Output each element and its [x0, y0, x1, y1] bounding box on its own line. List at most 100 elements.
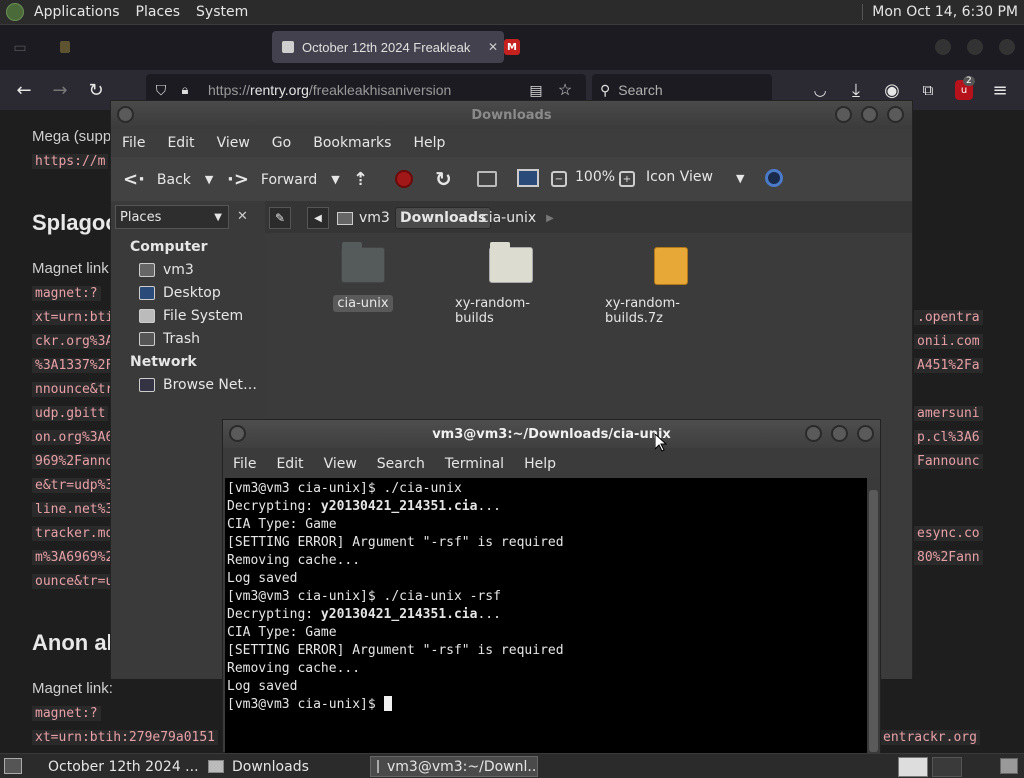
fm-menu-edit[interactable]: Edit — [156, 135, 205, 151]
close-tab-icon[interactable]: ✕ — [488, 40, 498, 54]
sidebar-item-trash[interactable]: Trash — [139, 331, 200, 347]
pocket-icon[interactable]: ◡ — [808, 78, 832, 102]
magnet-code-line[interactable]: %3A1337%2F — [32, 358, 117, 373]
edit-location-icon[interactable]: ✎ — [269, 207, 291, 229]
terminal-prompt-line[interactable]: [vm3@vm3 cia-unix]$ — [227, 696, 867, 714]
back-arrow-icon[interactable]: ← — [12, 78, 36, 102]
fm-menu-bookmarks[interactable]: Bookmarks — [302, 135, 402, 151]
places-selector[interactable]: Places ▼ — [115, 205, 229, 229]
taskbar-item-terminal[interactable]: vm3@vm3:~/Downl... — [370, 756, 538, 777]
back-button[interactable]: <· Back ▼ — [123, 169, 213, 190]
fm-menu-file[interactable]: File — [111, 135, 156, 151]
scrollbar-thumb[interactable] — [869, 490, 878, 752]
fm-menu-help[interactable]: Help — [402, 135, 456, 151]
terminal-menu-terminal[interactable]: Terminal — [435, 456, 514, 472]
home-icon[interactable] — [477, 171, 497, 187]
bookmark-star-icon[interactable]: ☆ — [556, 81, 574, 99]
terminal-menu-button[interactable] — [229, 425, 246, 442]
applications-menu[interactable]: Applications — [26, 4, 128, 20]
terminal-maximize-button[interactable] — [831, 425, 848, 442]
lock-icon[interactable]: 🔒︎ — [176, 82, 194, 98]
terminal-output[interactable]: [vm3@vm3 cia-unix]$ ./cia-unix Decrypting… — [225, 478, 867, 754]
fm-close-button[interactable] — [887, 106, 904, 123]
magnet-code-line[interactable]: magnet:? — [32, 286, 101, 301]
magnet-code-3[interactable]: xt=urn:btih:279e79a0151 — [32, 730, 219, 745]
sidebar-item-browse-network[interactable]: Browse Net… — [139, 377, 257, 393]
magnet-code-line-right[interactable]: Fannounc — [914, 454, 983, 469]
up-icon[interactable]: ⇡ — [353, 169, 368, 190]
fm-maximize-button[interactable] — [861, 106, 878, 123]
account-icon[interactable]: ◉ — [880, 78, 904, 102]
gmail-tab-icon[interactable]: M — [504, 39, 520, 55]
magnet-code-line[interactable]: udp.gbitt — [32, 406, 109, 421]
window-maximize-button[interactable] — [967, 39, 983, 55]
sidebar-item-desktop[interactable]: Desktop — [139, 285, 221, 301]
breadcrumb-cia-unix[interactable]: cia-unix — [477, 207, 540, 229]
sidebar-item-vm3[interactable]: vm3 — [139, 262, 194, 278]
magnet-code-3-right[interactable]: entrackr.org — [880, 730, 980, 745]
back-dropdown-icon[interactable]: ▼ — [205, 173, 213, 186]
fm-menu-view[interactable]: View — [206, 135, 261, 151]
magnet-code-line-right[interactable]: A451%2Fa — [914, 358, 983, 373]
terminal-menu-search[interactable]: Search — [367, 456, 435, 472]
search-icon[interactable] — [765, 169, 783, 187]
fm-menu-button[interactable] — [117, 106, 134, 123]
terminal-close-button[interactable] — [857, 425, 874, 442]
zoom-level[interactable]: 100% — [575, 169, 615, 185]
taskbar-item-downloads[interactable]: Downloads — [202, 756, 366, 777]
magnet-code-line-right[interactable]: onii.com — [914, 334, 983, 349]
file-item-xy-random-builds[interactable]: xy-random-builds — [451, 242, 571, 327]
file-item-cia-unix[interactable]: cia-unix — [323, 242, 403, 312]
magnet-code-line-right[interactable]: .opentra — [914, 310, 983, 325]
zoom-out-icon[interactable]: − — [551, 171, 567, 187]
stop-icon[interactable] — [395, 170, 413, 188]
places-menu[interactable]: Places — [128, 4, 189, 20]
window-minimize-button[interactable] — [935, 39, 951, 55]
browser-tab-active[interactable]: October 12th 2024 Freakleak ✕ — [272, 31, 504, 63]
extensions-icon[interactable]: ⧉ — [916, 78, 940, 102]
workspace-switcher[interactable] — [932, 757, 962, 777]
show-desktop-icon[interactable] — [4, 758, 22, 774]
terminal-minimize-button[interactable] — [805, 425, 822, 442]
magnet-code-line[interactable]: ounce&tr=u — [32, 574, 117, 589]
magnet-code-line[interactable]: nnounce&tr — [32, 382, 117, 397]
mega-link[interactable]: https://m — [32, 154, 109, 169]
magnet-code-line-right[interactable]: p.cl%3A6 — [914, 430, 983, 445]
reload-icon[interactable]: ↻ — [84, 78, 108, 102]
magnet-code-line-right[interactable]: esync.co — [914, 526, 983, 541]
magnet-code-line[interactable]: on.org%3A6 — [32, 430, 117, 445]
shield-icon[interactable]: ⛉ — [152, 82, 170, 99]
terminal-menu-edit[interactable]: Edit — [266, 456, 313, 472]
magnet-code-line[interactable]: xt=urn:bti — [32, 310, 117, 325]
window-close-button[interactable] — [999, 39, 1015, 55]
terminal-scrollbar[interactable] — [867, 478, 880, 754]
sidebar-item-filesystem[interactable]: File System — [139, 308, 243, 324]
fm-titlebar[interactable]: Downloads — [111, 101, 912, 129]
view-mode-select[interactable]: Icon View — [646, 169, 713, 185]
magnet-code-line[interactable]: line.net%3 — [32, 502, 117, 517]
magnet-code-line[interactable]: m%3A6969%2 — [32, 550, 117, 565]
magnet-code-line-right[interactable]: 80%2Fann — [914, 550, 983, 565]
workspace-switcher-active[interactable] — [898, 757, 928, 777]
tab-favicon-icon[interactable] — [60, 41, 70, 53]
terminal-titlebar[interactable]: vm3@vm3:~/Downloads/cia-unix — [223, 420, 880, 448]
reader-view-icon[interactable]: ▤ — [528, 82, 544, 98]
path-back-arrow-icon[interactable]: ◀ — [307, 207, 329, 229]
terminal-menu-file[interactable]: File — [223, 456, 266, 472]
hamburger-menu-icon[interactable]: ≡ — [988, 78, 1012, 102]
clock[interactable]: Mon Oct 14, 6:30 PM — [862, 4, 1024, 20]
forward-dropdown-icon[interactable]: ▼ — [331, 173, 339, 186]
terminal-menu-view[interactable]: View — [314, 456, 367, 472]
trash-applet-icon[interactable] — [1000, 758, 1018, 774]
path-forward-arrow-icon[interactable]: ▶ — [541, 207, 559, 229]
breadcrumb-vm3[interactable]: vm3 — [333, 207, 394, 229]
zoom-in-icon[interactable]: + — [619, 171, 635, 187]
system-menu[interactable]: System — [188, 4, 256, 20]
magnet-code-line-right[interactable]: amersuni — [914, 406, 983, 421]
view-mode-dropdown-icon[interactable]: ▼ — [736, 172, 744, 185]
firefox-view-icon[interactable]: ▭ — [10, 38, 30, 58]
forward-button[interactable]: ·> Forward ▼ — [227, 169, 340, 190]
reload-icon[interactable]: ↻ — [435, 167, 452, 191]
downloads-icon[interactable]: ⤓ — [844, 78, 868, 102]
terminal-menu-help[interactable]: Help — [514, 456, 566, 472]
